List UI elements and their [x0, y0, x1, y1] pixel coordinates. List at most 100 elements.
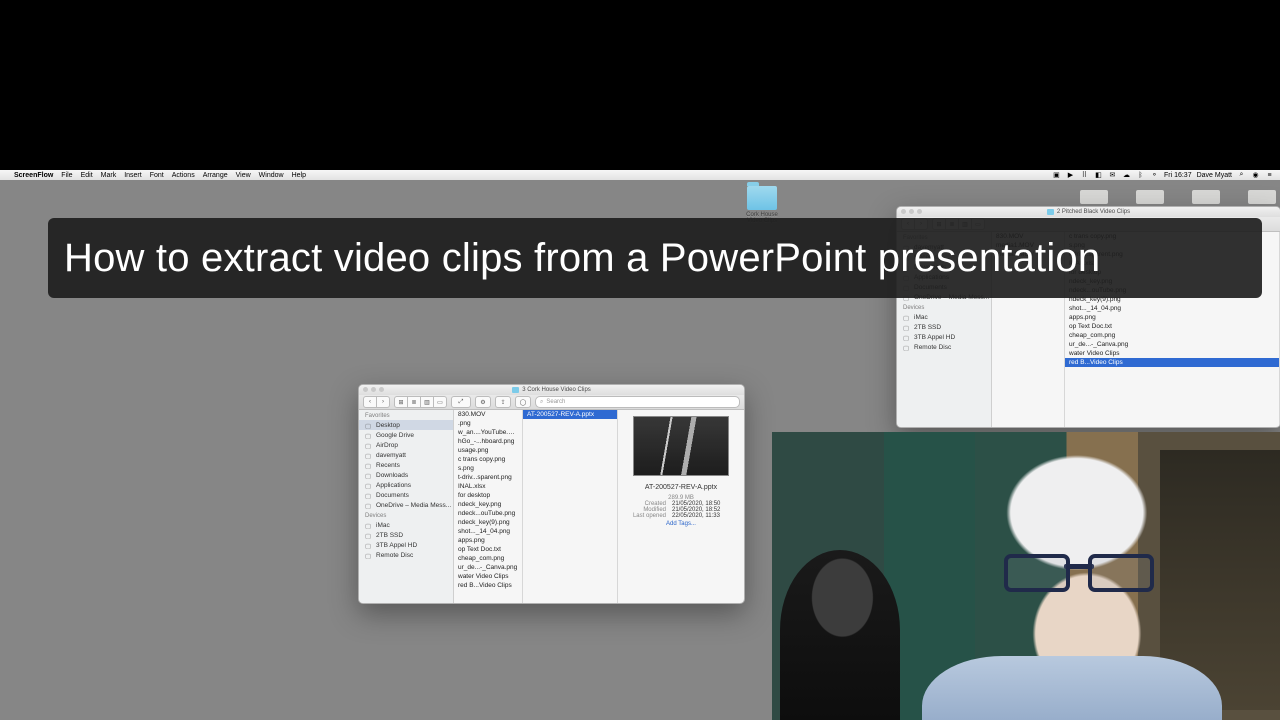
- menubar-clock[interactable]: Fri 16:37: [1164, 172, 1192, 179]
- group-button[interactable]: ⤢: [451, 396, 471, 408]
- menu-extra-icon[interactable]: ☁: [1122, 171, 1131, 180]
- menu-arrange[interactable]: Arrange: [203, 172, 228, 179]
- sidebar-item[interactable]: ▢Remote Disc: [897, 342, 991, 352]
- desktop-item[interactable]: [1248, 190, 1276, 204]
- nav-forward-button[interactable]: ›: [377, 396, 390, 408]
- menu-actions[interactable]: Actions: [172, 172, 195, 179]
- tags-button[interactable]: ◯: [515, 396, 531, 408]
- bluetooth-icon[interactable]: ᛒ: [1136, 171, 1145, 180]
- finder-toolbar: ‹› ⊞ ≣ ▥ ▭ ⤢ ⚙ ⇪ ◯ ⌕Search: [359, 395, 744, 410]
- file-row[interactable]: hGo_-...hboard.png: [454, 437, 522, 446]
- menu-edit[interactable]: Edit: [81, 172, 93, 179]
- view-list-button[interactable]: ≣: [408, 396, 421, 408]
- file-row[interactable]: w_an....YouTube.png: [454, 428, 522, 437]
- finder-column: 830.MOV.pngw_an....YouTube.pnghGo_-...hb…: [454, 410, 523, 603]
- spotlight-icon[interactable]: ⌕: [1237, 171, 1246, 180]
- desktop-items-row: [1080, 190, 1276, 204]
- sidebar-heading-devices: Devices: [359, 510, 453, 520]
- nav-back-button[interactable]: ‹: [363, 396, 377, 408]
- file-row[interactable]: op Text Doc.txt: [454, 545, 522, 554]
- sidebar-item[interactable]: ▢3TB Appel HD: [359, 540, 453, 550]
- window-controls[interactable]: [363, 387, 384, 392]
- file-row[interactable]: ndeck_key(9).png: [454, 518, 522, 527]
- menu-extra-icon[interactable]: ✉: [1108, 171, 1117, 180]
- sidebar-item[interactable]: ▢Desktop: [359, 420, 453, 430]
- app-menu[interactable]: ScreenFlow: [14, 172, 53, 179]
- view-gallery-button[interactable]: ▭: [434, 396, 447, 408]
- desktop-item[interactable]: [1192, 190, 1220, 204]
- menu-help[interactable]: Help: [292, 172, 306, 179]
- file-row[interactable]: usage.png: [454, 446, 522, 455]
- sidebar-item[interactable]: ▢3TB Appel HD: [897, 332, 991, 342]
- file-row[interactable]: INAL.xlsx: [454, 482, 522, 491]
- menubar-user[interactable]: Dave Myatt: [1197, 172, 1232, 179]
- sidebar-heading-devices: Devices: [897, 302, 991, 312]
- sidebar-item-label: davemyatt: [376, 452, 406, 459]
- file-row[interactable]: op Text Doc.txt: [1065, 322, 1279, 331]
- sidebar-item[interactable]: ▢Documents: [359, 490, 453, 500]
- file-row[interactable]: ndeck...ouTube.png: [454, 509, 522, 518]
- file-row[interactable]: shot..._14_04.png: [1065, 304, 1279, 313]
- file-row[interactable]: s.png: [454, 464, 522, 473]
- view-icon-button[interactable]: ⊞: [394, 396, 408, 408]
- file-row[interactable]: red B...Video Clips: [454, 581, 522, 590]
- menu-extra-icon[interactable]: ⠿: [1080, 171, 1089, 180]
- search-field[interactable]: ⌕Search: [535, 396, 740, 408]
- sidebar-item-label: Applications: [376, 482, 411, 489]
- sidebar-item[interactable]: ▢2TB SSD: [359, 530, 453, 540]
- window-titlebar[interactable]: 2 Pitched Black Video Clips: [897, 207, 1280, 217]
- file-row[interactable]: cheap_com.png: [454, 554, 522, 563]
- sidebar-item[interactable]: ▢2TB SSD: [897, 322, 991, 332]
- menu-font[interactable]: Font: [150, 172, 164, 179]
- sidebar-item[interactable]: ▢iMac: [897, 312, 991, 322]
- sidebar-item[interactable]: ▢Recents: [359, 460, 453, 470]
- add-tags-button[interactable]: Add Tags...: [666, 521, 696, 527]
- sidebar-item-label: Remote Disc: [376, 552, 413, 559]
- file-row[interactable]: shot..._14_04.png: [454, 527, 522, 536]
- file-row[interactable]: .png: [454, 419, 522, 428]
- desktop-item[interactable]: [1080, 190, 1108, 204]
- window-controls[interactable]: [901, 209, 922, 214]
- window-titlebar[interactable]: 3 Cork House Video Clips: [359, 385, 744, 395]
- finder-window-main[interactable]: 3 Cork House Video Clips ‹› ⊞ ≣ ▥ ▭ ⤢ ⚙ …: [358, 384, 745, 604]
- menu-extra-icon[interactable]: ▣: [1052, 171, 1061, 180]
- menu-mark[interactable]: Mark: [101, 172, 117, 179]
- sidebar-item[interactable]: ▢AirDrop: [359, 440, 453, 450]
- menu-window[interactable]: Window: [259, 172, 284, 179]
- sidebar-item[interactable]: ▢Downloads: [359, 470, 453, 480]
- wifi-icon[interactable]: ⚬: [1150, 171, 1159, 180]
- menu-extra-icon[interactable]: ◧: [1094, 171, 1103, 180]
- file-row[interactable]: t-driv...sparent.png: [454, 473, 522, 482]
- sidebar-item[interactable]: ▢iMac: [359, 520, 453, 530]
- sidebar-item[interactable]: ▢davemyatt: [359, 450, 453, 460]
- file-row[interactable]: red B...Video Clips: [1065, 358, 1279, 367]
- share-button[interactable]: ⇪: [495, 396, 511, 408]
- view-column-button[interactable]: ▥: [421, 396, 434, 408]
- file-row[interactable]: ndeck_key.png: [454, 500, 522, 509]
- file-row[interactable]: c trans copy.png: [454, 455, 522, 464]
- folder-icon: [1047, 209, 1054, 215]
- sidebar-item[interactable]: ▢Google Drive: [359, 430, 453, 440]
- finder-sidebar: Favorites ▢Desktop▢Google Drive▢AirDrop▢…: [359, 410, 454, 603]
- file-row[interactable]: 830.MOV: [454, 410, 522, 419]
- notification-center-icon[interactable]: ≡: [1265, 171, 1274, 180]
- menu-extra-icon[interactable]: ▶: [1066, 171, 1075, 180]
- menu-view[interactable]: View: [236, 172, 251, 179]
- sidebar-item[interactable]: ▢Applications: [359, 480, 453, 490]
- file-row[interactable]: water Video Clips: [1065, 349, 1279, 358]
- sidebar-item[interactable]: ▢Remote Disc: [359, 550, 453, 560]
- sidebar-item[interactable]: ▢OneDrive – Media Mess...: [359, 500, 453, 510]
- siri-icon[interactable]: ◉: [1251, 171, 1260, 180]
- file-row[interactable]: apps.png: [454, 536, 522, 545]
- file-row[interactable]: cheap_com.png: [1065, 331, 1279, 340]
- file-row[interactable]: AT-200527-REV-A.pptx: [523, 410, 617, 419]
- file-row[interactable]: for desktop: [454, 491, 522, 500]
- menu-insert[interactable]: Insert: [124, 172, 142, 179]
- file-row[interactable]: ur_de...-_Canva.png: [1065, 340, 1279, 349]
- action-button[interactable]: ⚙: [475, 396, 491, 408]
- menu-file[interactable]: File: [61, 172, 72, 179]
- file-row[interactable]: apps.png: [1065, 313, 1279, 322]
- file-row[interactable]: ur_de...-_Canva.png: [454, 563, 522, 572]
- file-row[interactable]: water Video Clips: [454, 572, 522, 581]
- desktop-item[interactable]: [1136, 190, 1164, 204]
